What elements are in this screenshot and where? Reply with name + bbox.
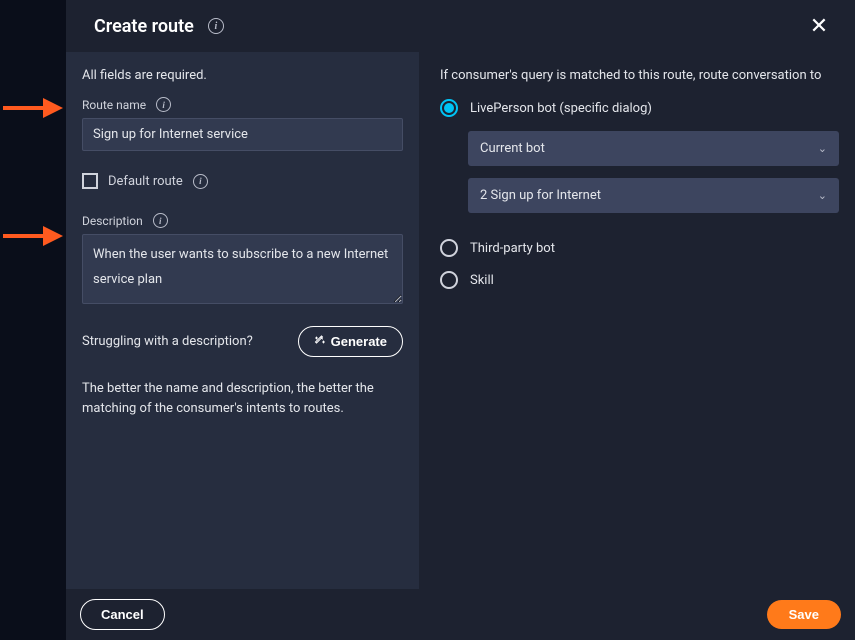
default-route-checkbox[interactable] (82, 173, 98, 189)
dialog-title: Create route (94, 16, 194, 37)
description-label-row: Description i (82, 213, 403, 228)
dialog-footer: Cancel Save (66, 589, 855, 640)
left-panel: All fields are required. Route name i De… (66, 52, 420, 589)
select-bot-wrap: Current bot ⌄ (468, 131, 839, 166)
radio-thirdparty-label: Third-party bot (470, 241, 555, 256)
close-button[interactable]: ✕ (807, 14, 831, 38)
info-icon[interactable]: i (153, 213, 168, 228)
select-dialog-value: 2 Sign up for Internet (480, 188, 601, 203)
required-text: All fields are required. (82, 68, 403, 83)
radio-liveperson-row: LivePerson bot (specific dialog) (440, 99, 839, 117)
dialog-title-wrap: Create route i (94, 16, 224, 37)
route-name-label-row: Route name i (82, 97, 403, 112)
radio-skill-label: Skill (470, 273, 494, 288)
radio-skill-row: Skill (440, 271, 839, 289)
hint-text: The better the name and description, the… (82, 379, 403, 418)
select-dialog-wrap: 2 Sign up for Internet ⌄ (468, 178, 839, 213)
route-to-text: If consumer's query is matched to this r… (440, 68, 839, 83)
info-icon[interactable]: i (193, 174, 208, 189)
struggling-text: Struggling with a description? (82, 334, 253, 349)
route-name-input[interactable] (82, 118, 403, 151)
dialog-body: All fields are required. Route name i De… (66, 52, 855, 589)
generate-button[interactable]: Generate (298, 326, 403, 357)
chevron-down-icon: ⌄ (818, 142, 827, 155)
radio-liveperson-label: LivePerson bot (specific dialog) (470, 101, 652, 116)
generate-row: Struggling with a description? Generate (82, 326, 403, 357)
wand-icon (314, 334, 326, 349)
generate-label: Generate (331, 334, 387, 349)
right-panel: If consumer's query is matched to this r… (420, 52, 855, 589)
default-route-label: Default route (108, 174, 183, 189)
radio-thirdparty-row: Third-party bot (440, 239, 839, 257)
select-dialog[interactable]: 2 Sign up for Internet ⌄ (468, 178, 839, 213)
select-bot-value: Current bot (480, 141, 545, 156)
cancel-button[interactable]: Cancel (80, 599, 165, 630)
info-icon[interactable]: i (208, 18, 224, 34)
radio-liveperson[interactable] (440, 99, 458, 117)
dialog-header: Create route i ✕ (66, 0, 855, 52)
radio-skill[interactable] (440, 271, 458, 289)
create-route-dialog: Create route i ✕ All fields are required… (66, 0, 855, 640)
route-name-label: Route name (82, 98, 146, 112)
save-button[interactable]: Save (767, 600, 841, 629)
default-route-row: Default route i (82, 173, 403, 189)
description-input[interactable] (82, 234, 403, 304)
chevron-down-icon: ⌄ (818, 189, 827, 202)
info-icon[interactable]: i (156, 97, 171, 112)
radio-dot-icon (444, 103, 454, 113)
radio-thirdparty[interactable] (440, 239, 458, 257)
close-icon: ✕ (810, 13, 828, 38)
select-bot[interactable]: Current bot ⌄ (468, 131, 839, 166)
description-label: Description (82, 214, 143, 228)
